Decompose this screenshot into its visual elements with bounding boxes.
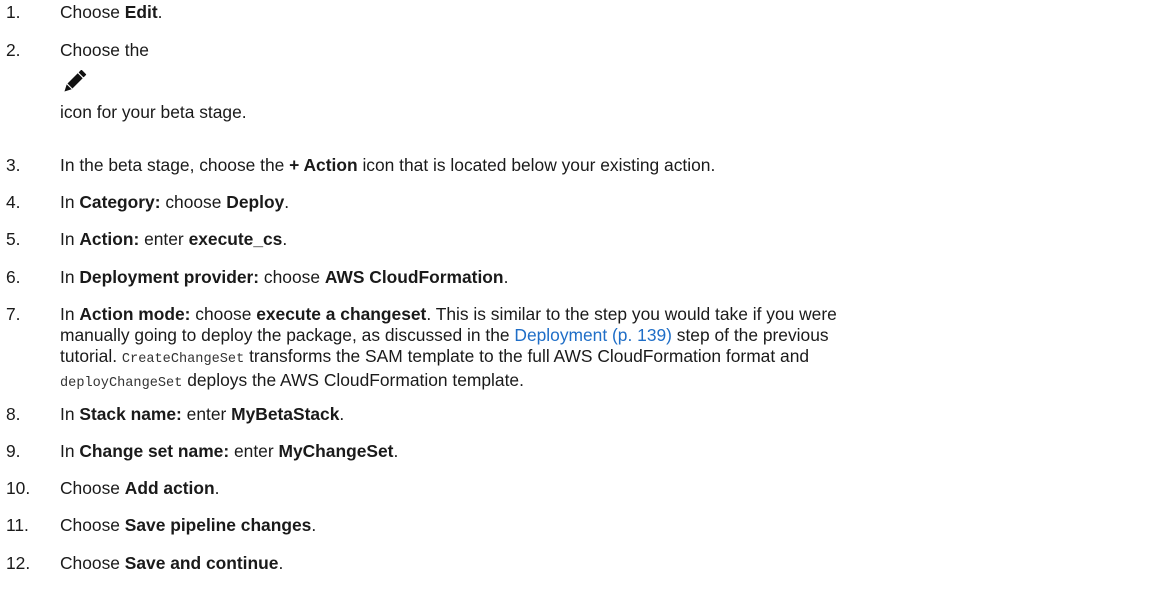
step-number: 9. bbox=[6, 441, 21, 461]
ui-term: Action: bbox=[79, 229, 140, 249]
step-number: 3. bbox=[6, 155, 21, 175]
ui-term: Save and continue bbox=[124, 553, 279, 573]
step-number: 10. bbox=[6, 478, 31, 498]
ui-term: Save pipeline changes bbox=[124, 515, 312, 535]
inline-code: CreateChangeSet bbox=[121, 352, 245, 367]
step-number: 1. bbox=[6, 2, 21, 22]
ui-term: Action mode: bbox=[79, 304, 191, 324]
step-number: 4. bbox=[6, 192, 21, 212]
ui-term: MyBetaStack bbox=[231, 404, 340, 424]
step-text: Choose the icon for your beta stage. bbox=[60, 40, 247, 122]
step-text: Choose Edit. bbox=[60, 2, 163, 22]
ui-term: AWS CloudFormation bbox=[324, 267, 504, 287]
ui-term: Category: bbox=[79, 192, 161, 212]
step-text: In Action mode: choose execute a changes… bbox=[60, 304, 837, 391]
pencil-icon bbox=[61, 70, 87, 94]
step-text: In Change set name: enter MyChangeSet. bbox=[60, 441, 399, 461]
step-number: 6. bbox=[6, 267, 21, 287]
step-number: 11. bbox=[6, 515, 29, 535]
step-text: In Deployment provider: choose AWS Cloud… bbox=[60, 267, 509, 287]
ui-term: execute_cs bbox=[188, 229, 283, 249]
ui-term: Change set name: bbox=[79, 441, 230, 461]
deployment-page-link[interactable]: Deployment (p. 139) bbox=[514, 325, 672, 345]
ui-term: Deploy bbox=[226, 192, 285, 212]
step-text: In Action: enter execute_cs. bbox=[60, 229, 288, 249]
step-text: Choose Save pipeline changes. bbox=[60, 515, 317, 535]
step-text: Choose Add action. bbox=[60, 478, 220, 498]
step-text: In the beta stage, choose the + Action i… bbox=[60, 155, 716, 175]
step-number: 7. bbox=[6, 304, 21, 324]
ui-term: + Action bbox=[289, 155, 358, 175]
ui-term: MyChangeSet bbox=[278, 441, 394, 461]
ui-term: Edit bbox=[124, 2, 158, 22]
ui-term: execute a changeset bbox=[256, 304, 427, 324]
inline-code: deployChangeSet bbox=[60, 376, 183, 391]
step-number: 2. bbox=[6, 40, 21, 60]
step-text: In Category: choose Deploy. bbox=[60, 192, 290, 212]
ui-term: Stack name: bbox=[79, 404, 182, 424]
step-text: Choose Save and continue. bbox=[60, 553, 284, 573]
step-number: 12. bbox=[6, 553, 31, 573]
ui-term: Add action bbox=[124, 478, 215, 498]
step-number: 8. bbox=[6, 404, 21, 424]
step-number: 5. bbox=[6, 229, 21, 249]
ui-term: Deployment provider: bbox=[79, 267, 260, 287]
step-text: In Stack name: enter MyBetaStack. bbox=[60, 404, 345, 424]
